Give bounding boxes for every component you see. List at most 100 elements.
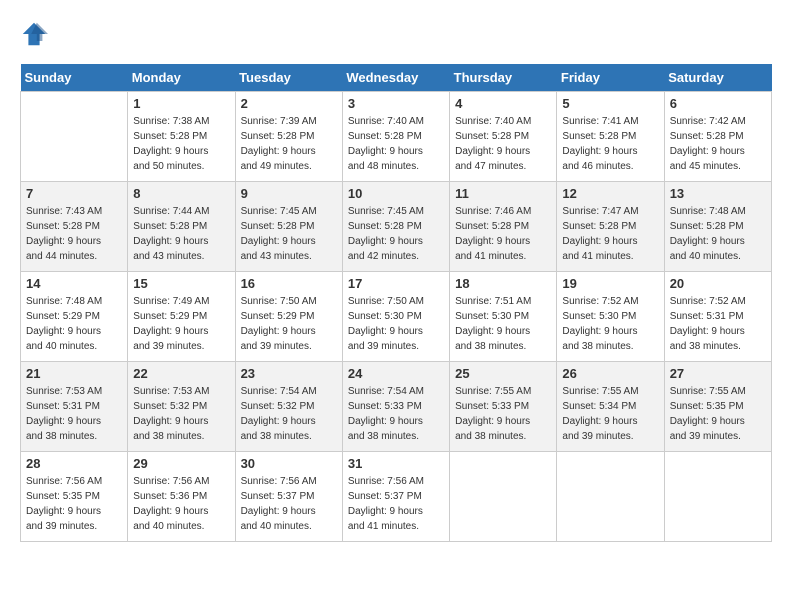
day-info: Sunrise: 7:56 AMSunset: 5:37 PMDaylight:… [348, 474, 444, 534]
calendar-cell: 20 Sunrise: 7:52 AMSunset: 5:31 PMDayligh… [664, 272, 771, 362]
page-header [20, 20, 772, 48]
day-info: Sunrise: 7:54 AMSunset: 5:33 PMDaylight:… [348, 384, 444, 444]
calendar-week-row: 14 Sunrise: 7:48 AMSunset: 5:29 PMDayligh… [21, 272, 772, 362]
weekday-header: Monday [128, 64, 235, 92]
day-number: 30 [241, 456, 337, 471]
calendar-cell [664, 452, 771, 542]
calendar-week-row: 1 Sunrise: 7:38 AMSunset: 5:28 PMDaylight… [21, 92, 772, 182]
calendar-cell: 23Sunrise: 7:54 AMSunset: 5:32 PMDayligh… [235, 362, 342, 452]
day-info: Sunrise: 7:56 AMSunset: 5:35 PMDaylight:… [26, 474, 122, 534]
day-number: 5 [562, 96, 658, 111]
calendar-cell: 15 Sunrise: 7:49 AMSunset: 5:29 PMDayligh… [128, 272, 235, 362]
calendar-cell: 26Sunrise: 7:55 AMSunset: 5:34 PMDayligh… [557, 362, 664, 452]
calendar-cell: 5Sunrise: 7:41 AMSunset: 5:28 PMDaylight… [557, 92, 664, 182]
weekday-header: Sunday [21, 64, 128, 92]
day-info: Sunrise: 7:42 AMSunset: 5:28 PMDaylight:… [670, 114, 766, 174]
weekday-header: Tuesday [235, 64, 342, 92]
day-number: 18 [455, 276, 551, 291]
calendar-cell [450, 452, 557, 542]
day-info: Sunrise: 7:53 AMSunset: 5:32 PMDaylight:… [133, 384, 229, 444]
calendar-cell: 11 Sunrise: 7:46 AMSunset: 5:28 PMDayligh… [450, 182, 557, 272]
day-number: 19 [562, 276, 658, 291]
day-info: Sunrise: 7:48 AMSunset: 5:29 PMDaylight:… [26, 294, 122, 354]
calendar-cell: 1 Sunrise: 7:38 AMSunset: 5:28 PMDaylight… [128, 92, 235, 182]
day-info: Sunrise: 7:43 AMSunset: 5:28 PMDaylight:… [26, 204, 122, 264]
calendar-cell: 16 Sunrise: 7:50 AMSunset: 5:29 PMDayligh… [235, 272, 342, 362]
day-info: Sunrise: 7:49 AMSunset: 5:29 PMDaylight:… [133, 294, 229, 354]
calendar-cell: 24Sunrise: 7:54 AMSunset: 5:33 PMDayligh… [342, 362, 449, 452]
calendar-cell: 31 Sunrise: 7:56 AMSunset: 5:37 PMDayligh… [342, 452, 449, 542]
day-number: 8 [133, 186, 229, 201]
calendar-cell: 21 Sunrise: 7:53 AMSunset: 5:31 PMDayligh… [21, 362, 128, 452]
day-info: Sunrise: 7:46 AMSunset: 5:28 PMDaylight:… [455, 204, 551, 264]
weekday-header: Wednesday [342, 64, 449, 92]
weekday-header: Friday [557, 64, 664, 92]
calendar-cell: 9Sunrise: 7:45 AMSunset: 5:28 PMDaylight… [235, 182, 342, 272]
day-info: Sunrise: 7:55 AMSunset: 5:35 PMDaylight:… [670, 384, 766, 444]
day-info: Sunrise: 7:56 AMSunset: 5:36 PMDaylight:… [133, 474, 229, 534]
day-info: Sunrise: 7:51 AMSunset: 5:30 PMDaylight:… [455, 294, 551, 354]
weekday-header: Thursday [450, 64, 557, 92]
calendar-week-row: 7Sunrise: 7:43 AMSunset: 5:28 PMDaylight… [21, 182, 772, 272]
day-info: Sunrise: 7:52 AMSunset: 5:31 PMDaylight:… [670, 294, 766, 354]
day-number: 16 [241, 276, 337, 291]
day-number: 2 [241, 96, 337, 111]
day-number: 6 [670, 96, 766, 111]
calendar-cell: 22 Sunrise: 7:53 AMSunset: 5:32 PMDayligh… [128, 362, 235, 452]
day-number: 14 [26, 276, 122, 291]
calendar-cell: 29 Sunrise: 7:56 AMSunset: 5:36 PMDayligh… [128, 452, 235, 542]
calendar-cell: 17Sunrise: 7:50 AMSunset: 5:30 PMDayligh… [342, 272, 449, 362]
day-number: 3 [348, 96, 444, 111]
day-number: 20 [670, 276, 766, 291]
calendar-cell: 14 Sunrise: 7:48 AMSunset: 5:29 PMDayligh… [21, 272, 128, 362]
calendar-cell: 8 Sunrise: 7:44 AMSunset: 5:28 PMDaylight… [128, 182, 235, 272]
day-info: Sunrise: 7:54 AMSunset: 5:32 PMDaylight:… [241, 384, 337, 444]
calendar-cell: 27 Sunrise: 7:55 AMSunset: 5:35 PMDayligh… [664, 362, 771, 452]
day-number: 25 [455, 366, 551, 381]
day-number: 11 [455, 186, 551, 201]
calendar-cell: 19 Sunrise: 7:52 AMSunset: 5:30 PMDayligh… [557, 272, 664, 362]
calendar-cell: 10 Sunrise: 7:45 AMSunset: 5:28 PMDayligh… [342, 182, 449, 272]
logo [20, 20, 52, 48]
logo-icon [20, 20, 48, 48]
calendar-cell [557, 452, 664, 542]
calendar-week-row: 21 Sunrise: 7:53 AMSunset: 5:31 PMDayligh… [21, 362, 772, 452]
calendar-cell: 28 Sunrise: 7:56 AMSunset: 5:35 PMDayligh… [21, 452, 128, 542]
calendar-table: SundayMondayTuesdayWednesdayThursdayFrid… [20, 64, 772, 542]
day-info: Sunrise: 7:40 AMSunset: 5:28 PMDaylight:… [455, 114, 551, 174]
calendar-week-row: 28 Sunrise: 7:56 AMSunset: 5:35 PMDayligh… [21, 452, 772, 542]
day-info: Sunrise: 7:53 AMSunset: 5:31 PMDaylight:… [26, 384, 122, 444]
day-number: 10 [348, 186, 444, 201]
day-info: Sunrise: 7:39 AMSunset: 5:28 PMDaylight:… [241, 114, 337, 174]
weekday-header: Saturday [664, 64, 771, 92]
calendar-cell: 12 Sunrise: 7:47 AMSunset: 5:28 PMDayligh… [557, 182, 664, 272]
calendar-cell: 4 Sunrise: 7:40 AMSunset: 5:28 PMDaylight… [450, 92, 557, 182]
calendar-cell: 30 Sunrise: 7:56 AMSunset: 5:37 PMDayligh… [235, 452, 342, 542]
day-info: Sunrise: 7:48 AMSunset: 5:28 PMDaylight:… [670, 204, 766, 264]
calendar-cell: 6 Sunrise: 7:42 AMSunset: 5:28 PMDaylight… [664, 92, 771, 182]
day-info: Sunrise: 7:50 AMSunset: 5:29 PMDaylight:… [241, 294, 337, 354]
day-number: 4 [455, 96, 551, 111]
day-number: 1 [133, 96, 229, 111]
day-number: 31 [348, 456, 444, 471]
calendar-cell: 3Sunrise: 7:40 AMSunset: 5:28 PMDaylight… [342, 92, 449, 182]
day-info: Sunrise: 7:38 AMSunset: 5:28 PMDaylight:… [133, 114, 229, 174]
day-info: Sunrise: 7:45 AMSunset: 5:28 PMDaylight:… [348, 204, 444, 264]
day-number: 28 [26, 456, 122, 471]
day-number: 9 [241, 186, 337, 201]
day-info: Sunrise: 7:44 AMSunset: 5:28 PMDaylight:… [133, 204, 229, 264]
day-number: 29 [133, 456, 229, 471]
calendar-cell: 18 Sunrise: 7:51 AMSunset: 5:30 PMDayligh… [450, 272, 557, 362]
day-number: 22 [133, 366, 229, 381]
day-number: 27 [670, 366, 766, 381]
calendar-cell: 13Sunrise: 7:48 AMSunset: 5:28 PMDayligh… [664, 182, 771, 272]
day-number: 15 [133, 276, 229, 291]
day-number: 26 [562, 366, 658, 381]
calendar-cell [21, 92, 128, 182]
day-info: Sunrise: 7:56 AMSunset: 5:37 PMDaylight:… [241, 474, 337, 534]
day-info: Sunrise: 7:52 AMSunset: 5:30 PMDaylight:… [562, 294, 658, 354]
calendar-cell: 25Sunrise: 7:55 AMSunset: 5:33 PMDayligh… [450, 362, 557, 452]
day-info: Sunrise: 7:47 AMSunset: 5:28 PMDaylight:… [562, 204, 658, 264]
day-number: 21 [26, 366, 122, 381]
day-number: 12 [562, 186, 658, 201]
